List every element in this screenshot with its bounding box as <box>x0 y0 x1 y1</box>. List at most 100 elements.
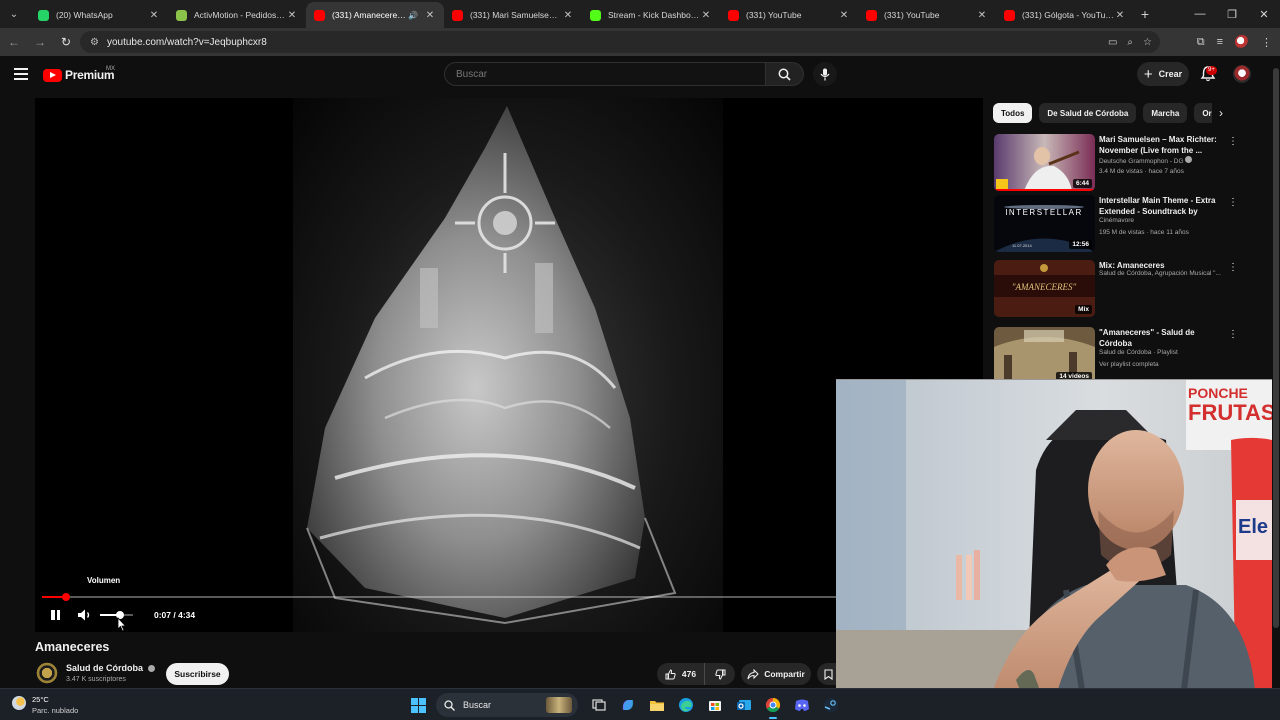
more-options-icon[interactable]: ⋮ <box>1228 197 1238 208</box>
search-button[interactable] <box>766 62 804 86</box>
media-control-icon[interactable]: ≡ <box>1217 36 1223 48</box>
more-options-icon[interactable]: ⋮ <box>1228 329 1238 340</box>
steam-icon[interactable] <box>820 694 842 716</box>
filter-chip[interactable]: Todos <box>993 103 1033 123</box>
tab-close-icon[interactable]: ✕ <box>562 10 574 21</box>
channel-name-link[interactable]: Salud de Córdoba <box>66 663 156 673</box>
youtube-logo[interactable]: Premium <box>43 68 115 82</box>
create-label: Crear <box>1158 69 1183 79</box>
browser-tab[interactable]: (331) Mari Samuelsen – M ✕ <box>444 2 582 28</box>
chevron-right-icon[interactable]: › <box>1212 103 1230 123</box>
chrome-icon[interactable] <box>762 694 784 719</box>
video-thumbnail[interactable]: "AMANECERES" Mix <box>994 260 1095 317</box>
weather-widget[interactable]: 25°C Parc. nublado <box>12 694 78 716</box>
video-thumbnail[interactable]: INTERSTELLAR 11.07.2014 12:56 <box>994 195 1095 252</box>
video-thumbnail[interactable]: 6:44 <box>994 134 1095 191</box>
pause-button[interactable] <box>49 608 61 622</box>
tab-close-icon[interactable]: ✕ <box>148 10 160 21</box>
create-button[interactable]: + Crear <box>1137 62 1189 86</box>
search-icon <box>778 68 791 81</box>
like-button[interactable]: 476 <box>657 663 705 685</box>
subscriber-count: 3.47 K suscriptores <box>66 676 126 683</box>
browser-menu-icon[interactable]: ⋮ <box>1261 36 1272 49</box>
search-input[interactable]: Buscar <box>444 62 766 86</box>
volume-tooltip: Volumen <box>87 576 121 585</box>
guide-menu-icon[interactable] <box>14 68 28 80</box>
recommended-video[interactable]: "AMANECERES" Mix Mix: Amaneceres Salud de C… <box>994 260 1238 318</box>
scrollbar-thumb[interactable] <box>1273 68 1279 628</box>
browser-profile-avatar[interactable] <box>1235 35 1249 49</box>
recommended-video[interactable]: 6:44 Mari Samuelsen – Max Richter: Novemb… <box>994 134 1238 192</box>
tab-favicon-icon <box>38 9 49 21</box>
address-bar[interactable]: ⚙ youtube.com/watch?v=Jeqbuphcxr8 ▭ ⌕ ☆ <box>80 31 1160 53</box>
filter-chip[interactable]: Marcha <box>1143 103 1188 123</box>
browser-tab[interactable]: (331) Amaneceres - Y 🔊 ✕ <box>306 2 444 28</box>
recommended-video[interactable]: 14 videos "Amaneceres" - Salud de Córdoba… <box>994 327 1238 385</box>
reload-icon[interactable]: ↻ <box>54 30 78 54</box>
file-explorer-icon[interactable] <box>646 694 668 716</box>
more-options-icon[interactable]: ⋮ <box>1228 262 1238 273</box>
tab-close-icon[interactable]: ✕ <box>424 10 436 21</box>
page-scrollbar[interactable] <box>1272 56 1280 688</box>
windows-start-icon[interactable] <box>411 698 426 713</box>
browser-tab[interactable]: ActivMotion - Pedidos - S ✕ <box>168 2 306 28</box>
recommendation-meta: 195 M de vistas · hace 11 años <box>1099 229 1189 236</box>
new-tab-icon[interactable]: + <box>1134 6 1156 22</box>
tab-close-icon[interactable]: ✕ <box>1114 10 1126 21</box>
recommendation-title[interactable]: Interstellar Main Theme - Extra Extended… <box>1099 196 1221 217</box>
dislike-button[interactable] <box>705 669 735 680</box>
bookmark-icon <box>823 668 833 680</box>
pause-icon <box>51 610 55 620</box>
recommendation-title[interactable]: "Amaneceres" - Salud de Córdoba <box>1099 328 1221 349</box>
mouse-pointer-icon <box>117 617 127 632</box>
cast-icon[interactable]: ▭ <box>1108 37 1117 48</box>
volume-slider[interactable] <box>100 611 133 619</box>
recommendation-title[interactable]: Mari Samuelsen – Max Richter: November (… <box>1099 135 1221 156</box>
close-window-icon[interactable]: ✕ <box>1248 0 1280 28</box>
outlook-icon[interactable] <box>733 694 755 716</box>
tab-search-icon[interactable]: ⌄ <box>2 4 26 24</box>
forward-icon[interactable]: → <box>28 30 52 54</box>
taskbar-search-box[interactable]: Buscar <box>436 693 578 717</box>
search-placeholder: Buscar <box>456 68 488 80</box>
extensions-icon[interactable]: ⧉ <box>1197 36 1205 49</box>
subscribe-button[interactable]: Suscribirse <box>166 663 229 685</box>
minimize-icon[interactable]: — <box>1184 0 1216 28</box>
video-thumbnail[interactable]: 14 videos <box>994 327 1095 384</box>
share-button[interactable]: Compartir <box>741 663 811 685</box>
temperature: 25°C <box>32 695 49 704</box>
more-options-icon[interactable]: ⋮ <box>1228 136 1238 147</box>
tab-close-icon[interactable]: ✕ <box>838 10 850 21</box>
tab-favicon-icon <box>728 9 739 21</box>
account-avatar[interactable] <box>1233 65 1251 83</box>
back-icon[interactable]: ← <box>2 30 26 54</box>
browser-tab[interactable]: Stream - Kick Dashboard ✕ <box>582 2 720 28</box>
task-view-icon[interactable] <box>588 694 610 716</box>
site-info-icon[interactable]: ⚙ <box>90 37 99 48</box>
recommended-video[interactable]: INTERSTELLAR 11.07.2014 12:56 Interstellar … <box>994 195 1238 253</box>
browser-tab[interactable]: (331) YouTube ✕ <box>720 2 858 28</box>
browser-tab[interactable]: (331) YouTube ✕ <box>858 2 996 28</box>
progress-scrubber[interactable] <box>61 593 70 601</box>
bookmark-star-icon[interactable]: ☆ <box>1143 37 1152 48</box>
tab-audio-icon[interactable]: 🔊 <box>408 11 418 20</box>
discord-icon[interactable] <box>791 694 813 716</box>
recommendation-channel: Salud de Córdoba, Agrupación Musical "..… <box>1099 270 1224 277</box>
copilot-icon[interactable] <box>617 694 639 716</box>
browser-tab[interactable]: (20) WhatsApp ✕ <box>30 2 168 28</box>
edge-browser-icon[interactable] <box>675 694 697 716</box>
browser-tab[interactable]: (331) Gólgota - YouTube ✕ <box>996 2 1134 28</box>
microsoft-store-icon[interactable] <box>704 694 726 716</box>
volume-icon[interactable] <box>77 608 93 622</box>
watched-progress <box>994 189 1095 191</box>
filter-chip[interactable]: De Salud de Córdoba <box>1039 103 1137 123</box>
browser-tab-strip: ⌄ (20) WhatsApp ✕ ActivMotion - Pedidos - … <box>0 0 1280 28</box>
channel-avatar[interactable] <box>35 661 59 685</box>
maximize-icon[interactable]: ❐ <box>1216 0 1248 28</box>
tab-close-icon[interactable]: ✕ <box>700 10 712 21</box>
zoom-icon[interactable]: ⌕ <box>1127 37 1133 48</box>
tab-close-icon[interactable]: ✕ <box>976 10 988 21</box>
tab-close-icon[interactable]: ✕ <box>286 10 298 21</box>
url-text: youtube.com/watch?v=Jeqbuphcxr8 <box>106 36 267 48</box>
voice-search-button[interactable] <box>813 62 837 86</box>
